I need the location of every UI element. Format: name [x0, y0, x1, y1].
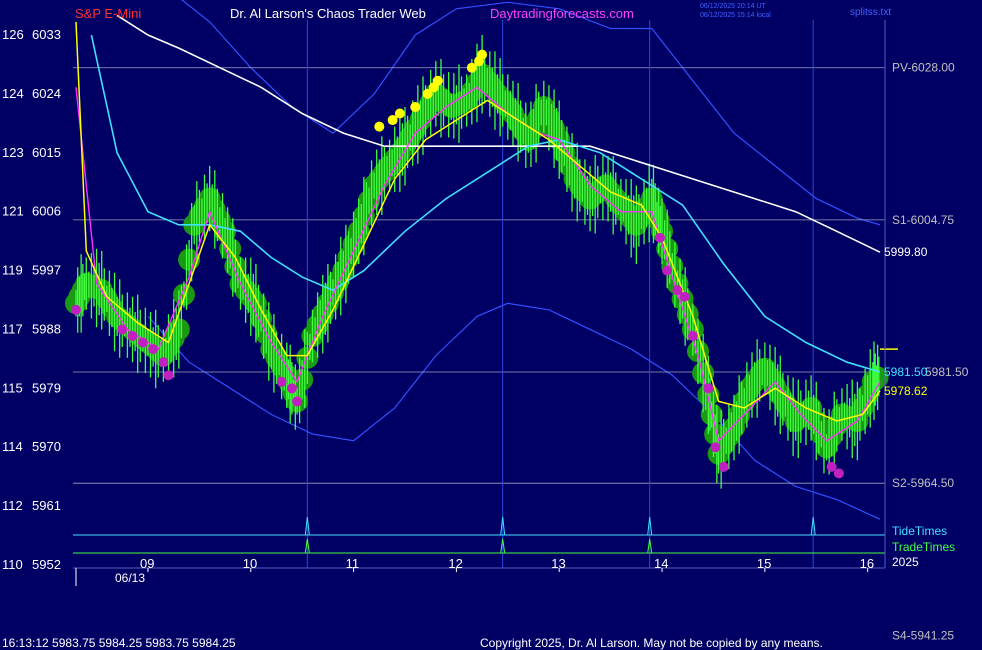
- quote-readout: 16:13:12 5983.75 5984.25 5983.75 5984.25: [2, 636, 236, 650]
- magenta-marker: [137, 337, 148, 348]
- x-tick-label: 16: [860, 556, 874, 571]
- magenta-marker: [276, 376, 287, 387]
- yellow-marker: [374, 121, 385, 132]
- magenta-marker: [679, 291, 690, 302]
- date-label: 06/13: [115, 571, 145, 585]
- timestamp-ut: 06/12/2025 20:14 UT: [700, 3, 766, 10]
- x-tick-label: 11: [346, 556, 360, 571]
- y-tick-label-b: 5952: [32, 557, 61, 572]
- yellow-marker: [432, 75, 443, 86]
- magenta-marker: [662, 265, 673, 276]
- chart-title: Dr. Al Larson's Chaos Trader Web: [230, 6, 426, 21]
- y-tick-label-b: 6006: [32, 204, 61, 219]
- magenta-marker: [71, 304, 81, 315]
- y-tick-label-a: 121: [2, 204, 24, 219]
- y-tick-label-a: 112: [2, 498, 23, 513]
- level-label: S2-5964.50: [892, 476, 954, 490]
- trade-times-label: TradeTimes: [892, 540, 955, 554]
- x-tick-label: 15: [757, 556, 771, 571]
- magenta-marker: [292, 396, 303, 407]
- x-tick-label: 10: [243, 556, 257, 571]
- price-chart: TideTimes TradeTimes 126 6033 124 6024 123 601…: [0, 0, 982, 650]
- magenta-marker: [158, 357, 169, 368]
- fast-ma-last-label: 5978.62: [884, 384, 928, 398]
- y-tick-label-a: 126: [2, 27, 24, 42]
- yellow-marker: [394, 108, 405, 119]
- y-tick-label-a: 117: [2, 321, 23, 336]
- level-label: 5981.50: [925, 365, 969, 379]
- y-tick-label-a: 124: [2, 86, 24, 101]
- chart-window: TideTimes TradeTimes 126 6033 124 6024 123 601…: [0, 0, 982, 650]
- y-tick-label-b: 5970: [32, 439, 61, 454]
- instrument-label: S&P E-Mini: [75, 6, 141, 21]
- timestamp-local: 06/12/2025 15:14 local: [700, 12, 771, 19]
- magenta-marker: [833, 468, 844, 479]
- magenta-marker: [163, 370, 174, 381]
- yellow-marker: [410, 101, 421, 112]
- y-tick-label-b: 5979: [32, 380, 61, 395]
- y-tick-label-b: 5988: [32, 321, 61, 336]
- y-tick-label-a: 110: [2, 557, 23, 572]
- yellow-marker: [477, 49, 488, 60]
- y-tick-label-b: 5961: [32, 498, 61, 513]
- magenta-marker: [117, 324, 128, 335]
- x-tick-label: 12: [448, 556, 462, 571]
- y-tick-label-a: 114: [2, 439, 23, 454]
- magenta-marker: [710, 442, 721, 453]
- y-tick-label-a: 119: [2, 263, 23, 278]
- x-tick-label: 09: [140, 556, 154, 571]
- y-tick-label-b: 6024: [32, 86, 61, 101]
- level-label: S1-6004.75: [892, 213, 954, 227]
- long-ma-last-label: 5999.80: [884, 245, 928, 259]
- magenta-marker: [127, 330, 138, 341]
- x-tick-label: 14: [654, 556, 668, 571]
- copyright-notice: Copyright 2025, Dr. Al Larson. May not b…: [480, 636, 823, 650]
- y-tick-label-a: 123: [2, 145, 24, 160]
- magenta-marker: [286, 383, 297, 394]
- mid-ma-last-label: 5981.50: [884, 365, 928, 379]
- y-tick-label-a: 115: [2, 380, 23, 395]
- y-tick-label-b: 6015: [32, 145, 61, 160]
- year-label: 2025: [892, 555, 919, 569]
- magenta-marker: [718, 461, 729, 472]
- y-tick-label-b: 5997: [32, 263, 61, 278]
- x-tick-label: 13: [551, 556, 565, 571]
- level-label: PV-6028.00: [892, 61, 955, 75]
- magenta-marker: [148, 344, 159, 355]
- magenta-marker: [703, 383, 714, 394]
- site-link[interactable]: Daytradingforecasts.com: [490, 6, 634, 21]
- tide-times-label: TideTimes: [892, 524, 947, 538]
- level-label: S4-5941.25: [892, 628, 954, 642]
- magenta-marker: [687, 330, 698, 341]
- data-file-label: splitss.txt: [850, 7, 891, 18]
- magenta-marker: [654, 232, 665, 243]
- y-tick-label-b: 6033: [32, 27, 61, 42]
